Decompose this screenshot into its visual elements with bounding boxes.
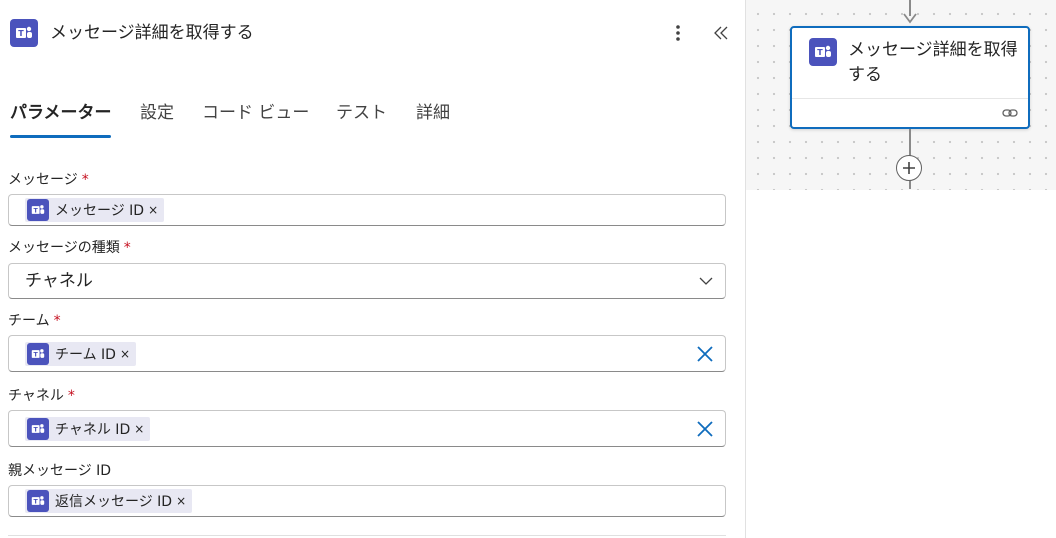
parent-message-label: 親メッセージ ID — [8, 461, 111, 481]
card-divider — [792, 98, 1028, 99]
chevron-down-icon[interactable] — [697, 272, 715, 290]
message-label-text: メッセージ — [8, 172, 78, 188]
divider — [8, 535, 726, 536]
tab-parameters[interactable]: パラメーター — [10, 100, 112, 126]
tab-details[interactable]: 詳細 — [416, 100, 450, 126]
team-label: チーム * — [8, 311, 61, 331]
teams-icon: T — [27, 343, 49, 365]
message-id-token[interactable]: T メッセージ ID × — [25, 198, 165, 222]
action-details-panel: T メッセージ詳細を取得する パラメーター 設定 コード ビュー テスト 詳細 … — [0, 0, 746, 538]
token-label: チャネル ID — [55, 422, 131, 438]
reply-message-id-token[interactable]: T 返信メッセージ ID × — [25, 489, 193, 513]
channel-label: チャネル * — [8, 386, 75, 406]
tab-code-view[interactable]: コード ビュー — [202, 100, 309, 126]
channel-input[interactable]: T チャネル ID × — [8, 410, 726, 447]
message-type-label-text: メッセージの種類 — [8, 240, 120, 256]
teams-icon: T — [27, 199, 49, 221]
message-type-label: メッセージの種類 * — [8, 238, 131, 258]
message-label: メッセージ * — [8, 170, 89, 190]
tab-settings[interactable]: 設定 — [140, 100, 174, 126]
link-icon[interactable] — [1002, 105, 1018, 121]
svg-text:T: T — [34, 498, 39, 505]
panel-title: メッセージ詳細を取得する — [50, 23, 254, 43]
required-mark: * — [67, 388, 75, 404]
token-label: メッセージ ID — [55, 203, 145, 219]
parent-message-label-text: 親メッセージ ID — [8, 463, 112, 479]
double-chevron-left-icon[interactable] — [708, 20, 734, 46]
active-tab-indicator — [10, 135, 111, 138]
token-remove-button[interactable]: × — [176, 494, 186, 508]
teams-icon: T — [10, 19, 38, 47]
token-remove-button[interactable]: × — [148, 203, 158, 217]
message-type-value: チャネル — [25, 271, 93, 291]
clear-icon[interactable] — [695, 419, 715, 439]
required-mark: * — [81, 172, 89, 188]
team-id-token[interactable]: T チーム ID × — [25, 342, 137, 366]
message-input[interactable]: T メッセージ ID × — [8, 194, 726, 226]
svg-text:T: T — [817, 48, 823, 57]
token-label: 返信メッセージ ID — [55, 494, 173, 510]
token-remove-button[interactable]: × — [134, 422, 144, 436]
teams-icon: T — [809, 38, 837, 66]
svg-text:T: T — [34, 351, 39, 358]
tab-testing[interactable]: テスト — [336, 100, 387, 126]
message-type-select[interactable]: チャネル — [8, 263, 726, 299]
action-card-title: メッセージ詳細を取得する — [848, 40, 1018, 85]
parent-message-input[interactable]: T 返信メッセージ ID × — [8, 485, 726, 517]
team-input[interactable]: T チーム ID × — [8, 335, 726, 372]
teams-icon: T — [27, 418, 49, 440]
action-card[interactable]: T メッセージ詳細を取得する — [790, 26, 1030, 129]
plus-circle-icon[interactable] — [896, 155, 922, 181]
required-mark: * — [53, 313, 61, 329]
clear-icon[interactable] — [695, 344, 715, 364]
channel-id-token[interactable]: T チャネル ID × — [25, 417, 151, 441]
channel-label-text: チャネル — [8, 388, 64, 404]
more-vertical-icon[interactable] — [666, 20, 690, 46]
required-mark: * — [123, 240, 131, 256]
arrow-down-icon — [903, 13, 917, 24]
token-label: チーム ID — [55, 347, 116, 363]
svg-text:T: T — [18, 29, 24, 38]
svg-text:T: T — [34, 426, 39, 433]
token-remove-button[interactable]: × — [120, 347, 130, 361]
team-label-text: チーム — [8, 313, 50, 329]
svg-text:T: T — [34, 207, 39, 214]
teams-icon: T — [27, 490, 49, 512]
